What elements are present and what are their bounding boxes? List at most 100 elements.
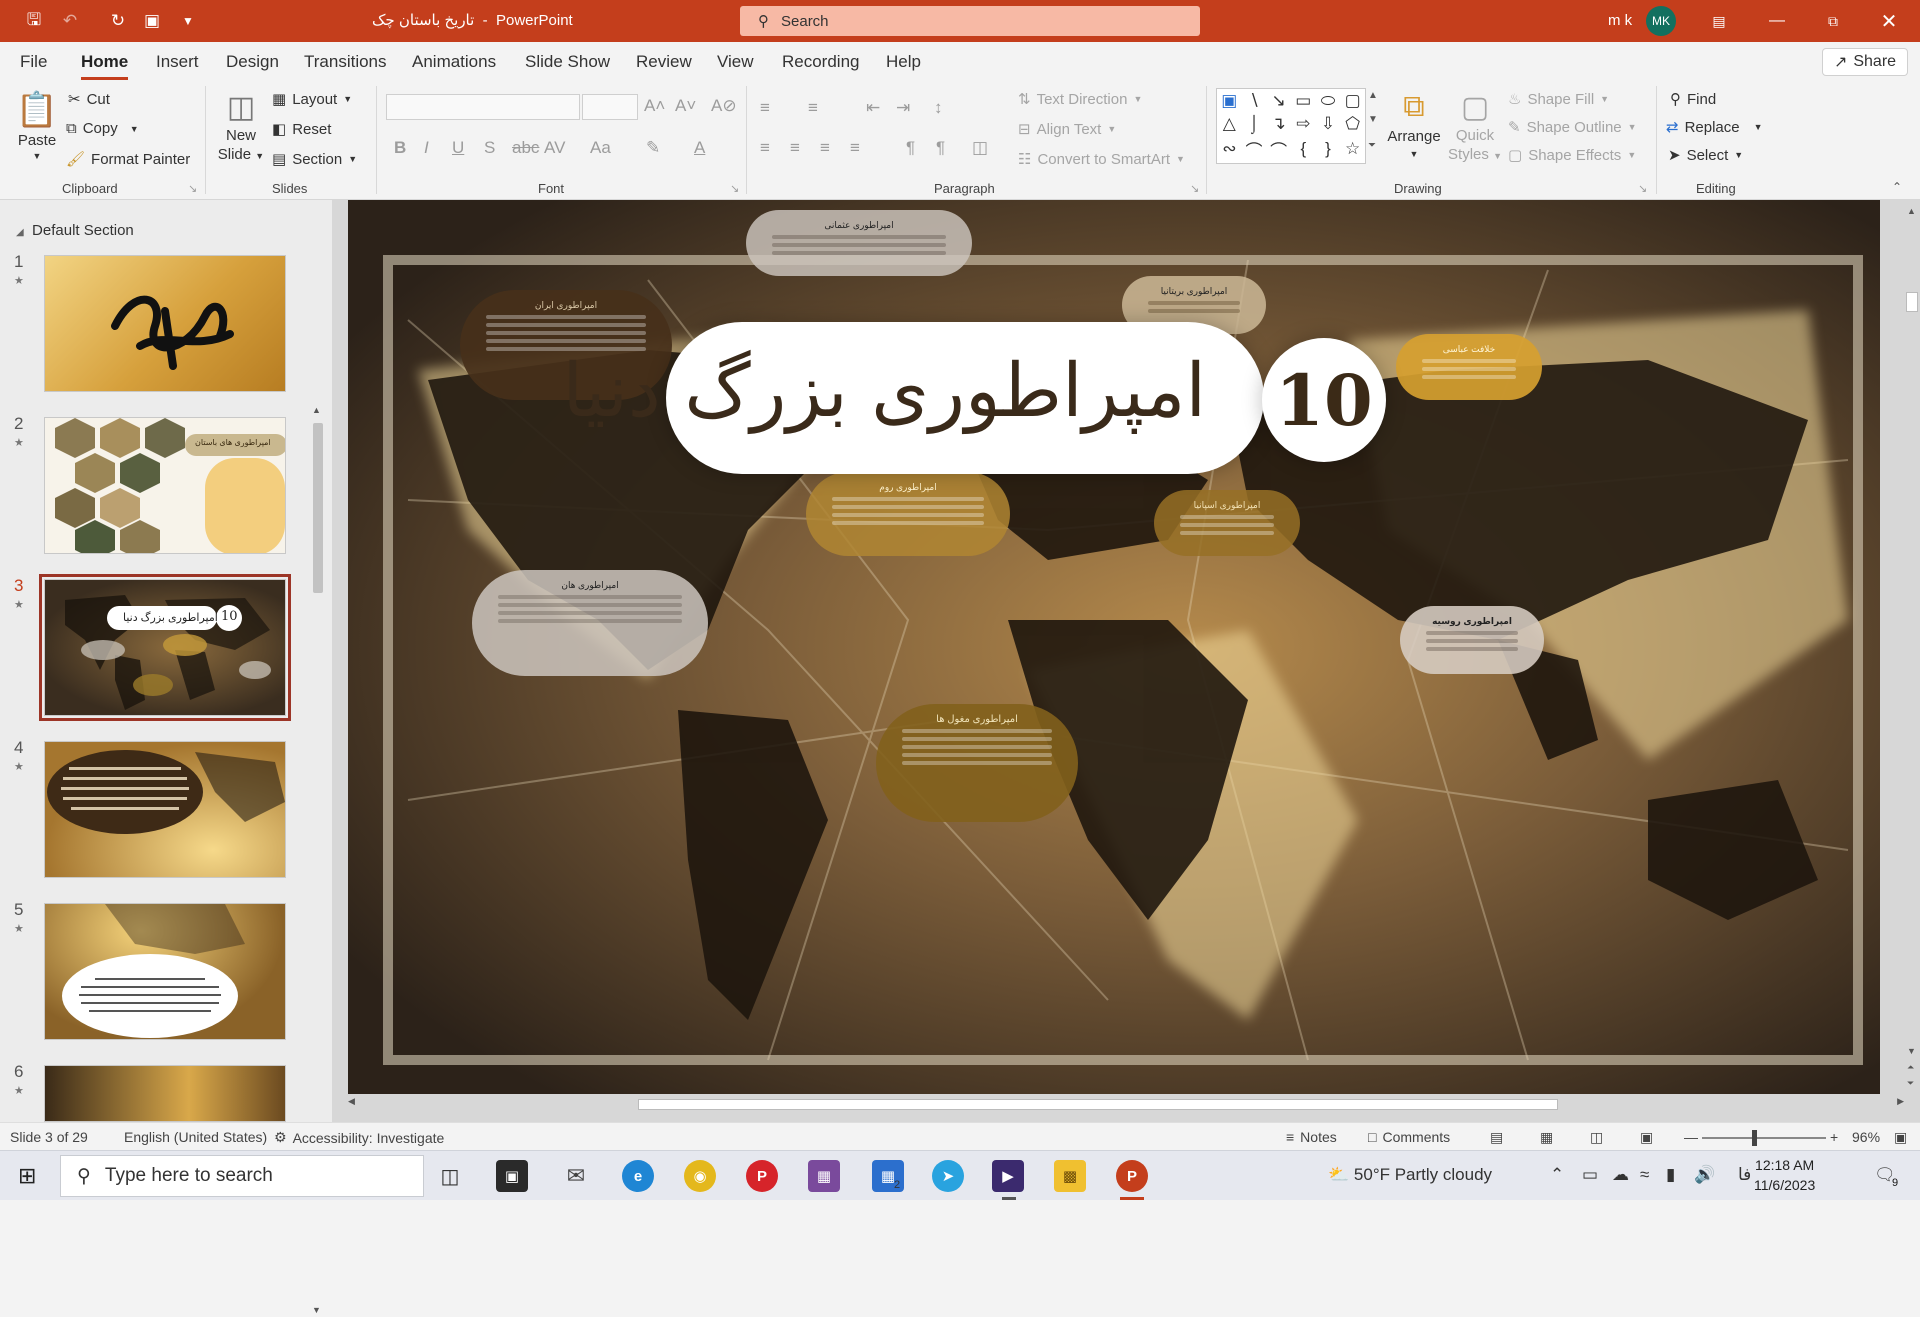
- shapes-gallery[interactable]: ▣ ∖ ↘ ▭ ⬭ ▢ △ ⌡ ↴ ⇨ ⇩ ⬠ ∾ ⌒ ⌒ {} ☆: [1216, 88, 1366, 164]
- tab-view[interactable]: View: [717, 52, 754, 72]
- file-explorer-icon[interactable]: ▩: [1054, 1160, 1086, 1192]
- pentagon-shape-icon[interactable]: ⬠: [1345, 114, 1360, 134]
- rectangle-shape-icon[interactable]: ▭: [1295, 91, 1311, 111]
- system-clock[interactable]: 12:18 AM 11/6/2023: [1754, 1155, 1815, 1195]
- shape-fill-button[interactable]: ♨ Shape Fill ▼: [1508, 90, 1609, 109]
- number-circle[interactable]: 10: [1262, 338, 1386, 462]
- bold-icon[interactable]: B: [394, 138, 406, 158]
- battery-icon[interactable]: ▮: [1666, 1165, 1675, 1185]
- highlight-icon[interactable]: ✎: [646, 138, 660, 158]
- powerpoint-icon[interactable]: P: [1116, 1160, 1148, 1192]
- font-size-combo[interactable]: [582, 94, 638, 120]
- scroll-down-icon[interactable]: ▼: [312, 1305, 321, 1315]
- scroll-thumb[interactable]: [638, 1099, 1558, 1110]
- avatar[interactable]: MK: [1646, 6, 1676, 36]
- collapse-ribbon-icon[interactable]: ⌃: [1892, 180, 1902, 194]
- search-input[interactable]: ⚲ Search: [740, 6, 1200, 36]
- tab-help[interactable]: Help: [886, 52, 921, 72]
- shape-effects-button[interactable]: ▢ Shape Effects ▼: [1508, 146, 1636, 165]
- chrome-icon[interactable]: ◉: [684, 1160, 716, 1192]
- reading-view-icon[interactable]: ◫: [1590, 1129, 1603, 1146]
- language-indicator[interactable]: فا: [1738, 1165, 1751, 1185]
- tab-review[interactable]: Review: [636, 52, 692, 72]
- undo-icon[interactable]: ↶: [58, 9, 82, 33]
- decrease-font-icon[interactable]: A˅: [675, 96, 696, 116]
- scroll-thumb[interactable]: [313, 423, 323, 593]
- taskbar-search-input[interactable]: ⚲ Type here to search: [60, 1155, 424, 1197]
- normal-view-icon[interactable]: ▤: [1490, 1129, 1503, 1146]
- character-spacing-icon[interactable]: AV: [544, 138, 565, 158]
- bullets-icon[interactable]: ≡: [760, 98, 770, 118]
- scroll-left-icon[interactable]: ◀: [348, 1096, 355, 1107]
- zoom-slider[interactable]: [1702, 1130, 1826, 1146]
- italic-icon[interactable]: I: [424, 138, 429, 158]
- strikethrough-icon[interactable]: abc: [512, 138, 539, 158]
- underline-icon[interactable]: U: [452, 138, 464, 158]
- wifi-icon[interactable]: ≈: [1640, 1165, 1649, 1185]
- info-bubble-abbasid[interactable]: خلافت عباسی: [1396, 334, 1542, 400]
- mail-icon[interactable]: ✉: [560, 1160, 592, 1192]
- rtl-icon[interactable]: ¶: [936, 138, 945, 158]
- minimize-icon[interactable]: —: [1754, 0, 1800, 42]
- justify-icon[interactable]: ≡: [850, 138, 860, 158]
- left-brace-icon[interactable]: {: [1300, 139, 1306, 159]
- down-arrow-shape-icon[interactable]: ⇩: [1321, 114, 1335, 134]
- scroll-up-icon[interactable]: ▲: [312, 405, 321, 415]
- slide-thumbnail-3[interactable]: 10 امپراطوری بزرگ دنیا: [39, 574, 291, 721]
- replace-button[interactable]: ⇄ Replace ▼: [1666, 118, 1763, 137]
- gallery-down-icon[interactable]: ▼: [1368, 114, 1378, 125]
- tab-design[interactable]: Design: [226, 52, 279, 72]
- elbow-connector-icon[interactable]: ↴: [1272, 114, 1286, 134]
- rounded-rect-icon[interactable]: ▢: [1345, 91, 1361, 111]
- scroll-up-icon[interactable]: ▲: [1907, 206, 1916, 216]
- gallery-up-icon[interactable]: ▲: [1368, 90, 1378, 101]
- copy-button[interactable]: ⧉ Copy ▼: [66, 120, 139, 137]
- info-bubble-han[interactable]: امپراطوری هان: [472, 570, 708, 676]
- redo-icon[interactable]: ↻: [106, 9, 130, 33]
- slide-thumbnail-5[interactable]: [44, 903, 286, 1040]
- line-shape-icon[interactable]: ∖: [1249, 91, 1260, 111]
- windows-start-icon[interactable]: ⊞: [18, 1163, 36, 1189]
- font-name-combo[interactable]: [386, 94, 580, 120]
- select-button[interactable]: ➤ Select ▼: [1668, 146, 1743, 165]
- slide-title[interactable]: امپراطوری بزرگ دنیا: [562, 348, 1206, 434]
- tab-slide-show[interactable]: Slide Show: [525, 52, 610, 72]
- dialog-launcher-icon[interactable]: ↘: [1638, 182, 1647, 195]
- slide-thumbnail-4[interactable]: [44, 741, 286, 878]
- slide-horizontal-scrollbar[interactable]: ◀ ▶: [348, 1096, 1904, 1112]
- save-icon[interactable]: 🖫: [22, 9, 46, 33]
- text-direction-button[interactable]: ⇅ Text Direction ▼: [1018, 90, 1142, 109]
- textbox-shape-icon[interactable]: ▣: [1221, 91, 1237, 111]
- clear-formatting-icon[interactable]: A⊘: [711, 96, 737, 116]
- align-text-button[interactable]: ⊟ Align Text ▼: [1018, 120, 1116, 139]
- font-color-icon[interactable]: A: [694, 138, 705, 158]
- scroll-thumb[interactable]: [1906, 292, 1918, 312]
- zoom-out-icon[interactable]: —: [1684, 1129, 1698, 1145]
- connector-icon[interactable]: ⌡: [1249, 114, 1259, 134]
- increase-indent-icon[interactable]: ⇥: [896, 98, 910, 118]
- info-bubble-russia[interactable]: امپراطوری روسیه: [1400, 606, 1544, 674]
- columns-icon[interactable]: ◫: [972, 138, 988, 158]
- previous-slide-icon[interactable]: ⏶: [1907, 1062, 1914, 1073]
- section-button[interactable]: ▤ Section ▼: [272, 150, 357, 169]
- triangle-shape-icon[interactable]: △: [1223, 114, 1236, 134]
- tab-file[interactable]: File: [20, 52, 47, 72]
- tab-animations[interactable]: Animations: [412, 52, 496, 72]
- info-bubble-rome[interactable]: امپراطوری روم: [806, 472, 1010, 556]
- slide-thumbnail-2[interactable]: امپراطوری های باستان: [44, 417, 286, 554]
- info-bubble-spain[interactable]: امپراطوری اسپانیا: [1154, 490, 1300, 556]
- network-icon[interactable]: ☁: [1612, 1165, 1629, 1185]
- restore-icon[interactable]: ⧉: [1810, 0, 1856, 42]
- align-left-icon[interactable]: ≡: [760, 138, 770, 158]
- convert-smartart-button[interactable]: ☷ Convert to SmartArt ▼: [1018, 150, 1185, 169]
- align-right-icon[interactable]: ≡: [820, 138, 830, 158]
- title-pill[interactable]: امپراطوری بزرگ دنیا: [562, 322, 1264, 474]
- shape-outline-button[interactable]: ✎ Shape Outline ▼: [1508, 118, 1637, 137]
- arrow-line-icon[interactable]: ↘: [1272, 91, 1286, 111]
- current-slide[interactable]: امپراطوری عثمانی امپراطوری ایران امپراطو…: [348, 200, 1880, 1094]
- task-view-icon[interactable]: ◫: [434, 1160, 466, 1192]
- slide-thumbnail-6[interactable]: [44, 1065, 286, 1122]
- tab-recording[interactable]: Recording: [782, 52, 860, 72]
- volume-icon[interactable]: 🔊: [1694, 1165, 1715, 1185]
- scroll-right-icon[interactable]: ▶: [1897, 1096, 1904, 1107]
